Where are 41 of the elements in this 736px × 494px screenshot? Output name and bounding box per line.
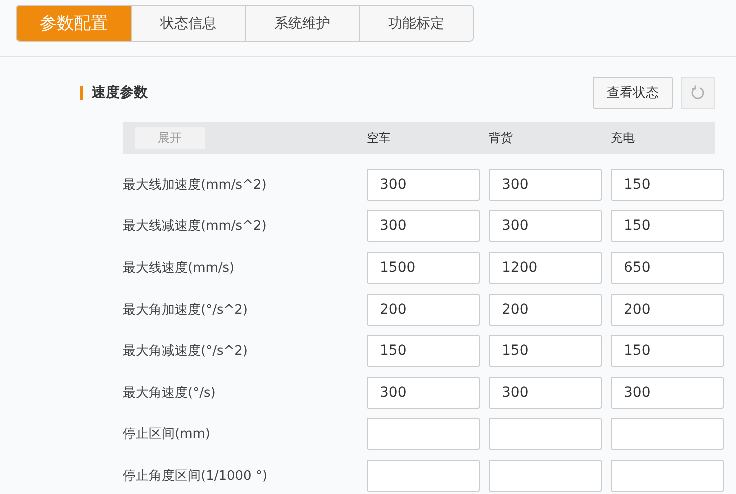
input-field[interactable] [611, 460, 724, 492]
input-field[interactable]: 150 [367, 335, 480, 368]
input-field[interactable]: 300 [611, 376, 724, 409]
input-field[interactable]: 150 [611, 210, 724, 242]
input-field[interactable] [489, 460, 602, 492]
column-header: 空车 [367, 130, 392, 146]
column-header: 充电 [611, 130, 636, 146]
tab[interactable]: 状态信息 [131, 6, 245, 41]
field-label: 最大角加速度(°/s^2) [123, 302, 249, 319]
field-label: 最大角速度(°/s) [123, 384, 217, 402]
tab[interactable]: 功能标定 [359, 6, 473, 41]
input-field[interactable]: 300 [367, 168, 480, 201]
input-field[interactable]: 650 [611, 252, 724, 284]
input-field[interactable]: 1500 [367, 252, 480, 284]
field-label: 停止角度区间(1/1000 °) [123, 468, 269, 485]
input-field[interactable]: 300 [367, 210, 480, 242]
input-field[interactable]: 200 [367, 294, 480, 326]
field-label: 最大线减速度(mm/s^2) [123, 218, 268, 236]
view-status-button[interactable]: 查看状态 [593, 77, 673, 109]
input-field[interactable]: 300 [489, 376, 602, 409]
input-field[interactable]: 150 [611, 168, 724, 201]
field-label: 最大线加速度(mm/s^2) [123, 176, 268, 194]
input-field[interactable]: 300 [489, 210, 602, 242]
input-field[interactable]: 150 [611, 335, 724, 368]
input-field[interactable] [367, 460, 480, 492]
refresh-icon [690, 85, 706, 101]
input-field[interactable] [611, 418, 724, 450]
input-field[interactable]: 200 [611, 294, 724, 326]
input-field[interactable]: 300 [489, 168, 602, 201]
input-field[interactable]: 200 [489, 294, 602, 326]
field-label: 最大线速度(mm/s) [123, 260, 236, 277]
tab[interactable]: 系统维护 [245, 6, 359, 41]
input-field[interactable]: 150 [489, 335, 602, 368]
field-label: 停止区间(mm) [123, 426, 212, 444]
input-field[interactable]: 1200 [489, 252, 602, 284]
field-label: 最大角减速度(°/s^2) [123, 343, 249, 360]
input-field[interactable]: 300 [367, 376, 480, 409]
refresh-button[interactable] [681, 77, 715, 109]
input-field[interactable] [367, 418, 480, 450]
column-header: 背货 [489, 130, 514, 146]
input-field[interactable] [489, 418, 602, 450]
